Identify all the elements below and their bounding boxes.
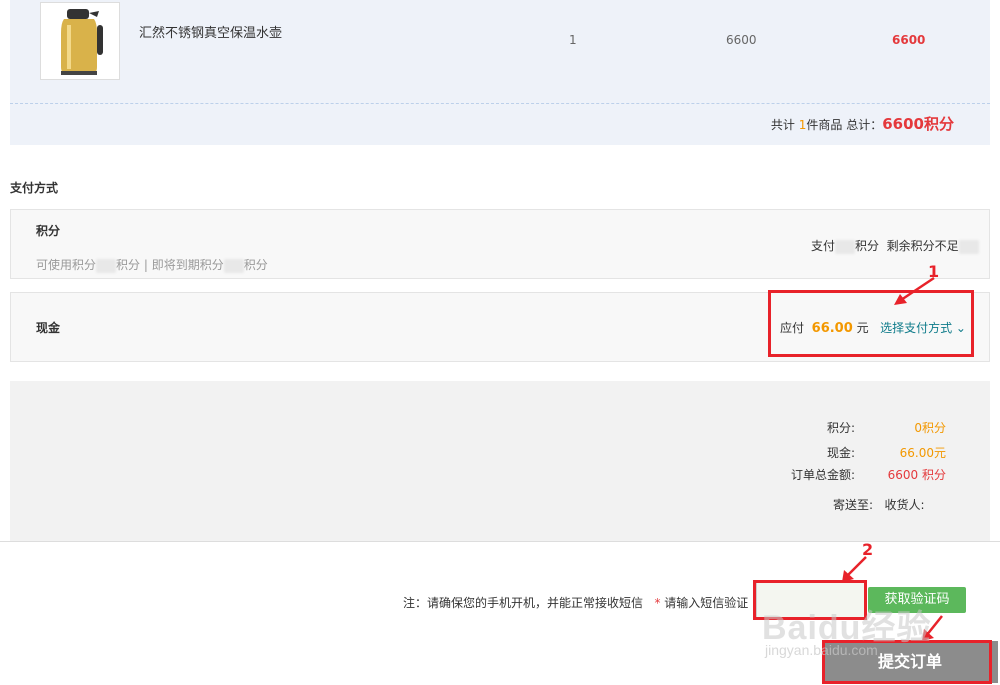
product-quantity: 1: [569, 33, 577, 47]
points-pay-info: 支付 积分 剩余积分不足: [811, 237, 979, 254]
divider: [0, 541, 1000, 542]
sms-prompt: 请输入短信验证: [664, 596, 749, 610]
watermark-url: jingyan.baidu.com: [765, 642, 878, 658]
redacted-value: [223, 258, 244, 273]
available-points-label: 可使用积分: [36, 258, 97, 272]
total-label: 总计：: [846, 118, 883, 132]
expiring-points-suffix: 积分: [243, 258, 268, 272]
ship-to-label: 寄送至:: [833, 498, 874, 512]
total-value: 6600积分: [882, 115, 954, 133]
annotation-arrow-2: [842, 556, 867, 582]
divider: [10, 103, 990, 104]
points-balance-info: 可使用积分 积分 | 即将到期积分 积分: [36, 256, 268, 273]
insufficient-label: 剩余积分不足: [886, 239, 959, 253]
product-subtotal: 6600: [892, 33, 926, 47]
product-thumbnail[interactable]: [40, 2, 120, 80]
annotation-arrow-1: [894, 276, 935, 305]
pay-label: 支付: [811, 239, 836, 253]
cash-total-value: 66.00元: [899, 446, 946, 460]
pay-suffix: 积分: [855, 239, 880, 253]
sms-note-text: 注：请确保您的手机开机，并能正常接收短信: [403, 596, 644, 610]
points-total-value: 0积分: [914, 421, 946, 435]
available-points-suffix: 积分: [116, 258, 141, 272]
separator: |: [140, 258, 152, 272]
redacted-value: [835, 239, 856, 254]
annotation-box-1: [768, 290, 974, 357]
summary-prefix: 共计: [770, 118, 795, 132]
cash-title: 现金: [36, 321, 61, 335]
cash-total-label: 现金:: [826, 446, 855, 460]
product-price: 6600: [726, 33, 757, 47]
receiver-label: 收货人:: [884, 498, 925, 512]
points-total-label: 积分:: [826, 421, 855, 435]
required-mark: *: [654, 596, 661, 610]
order-summary: 共计 1件商品 总计：6600积分: [771, 113, 954, 134]
expiring-points-label: 即将到期积分: [151, 258, 224, 272]
order-total-value: 6600 积分: [887, 468, 946, 482]
redacted-value: [96, 258, 117, 273]
redacted-value: [958, 239, 979, 254]
order-total-label: 订单总金额:: [790, 468, 855, 482]
count-suffix: 件商品: [806, 118, 843, 132]
order-totals-panel: [10, 381, 990, 541]
shipping-info: 寄送至: 收货人:: [833, 496, 925, 513]
points-title: 积分: [36, 224, 61, 238]
sms-note: 注：请确保您的手机开机，并能正常接收短信 * 请输入短信验证: [403, 594, 748, 611]
product-name[interactable]: 汇然不锈钢真空保温水壶: [139, 22, 282, 41]
thermos-image: [61, 9, 103, 75]
payment-section-title: 支付方式: [10, 181, 59, 195]
